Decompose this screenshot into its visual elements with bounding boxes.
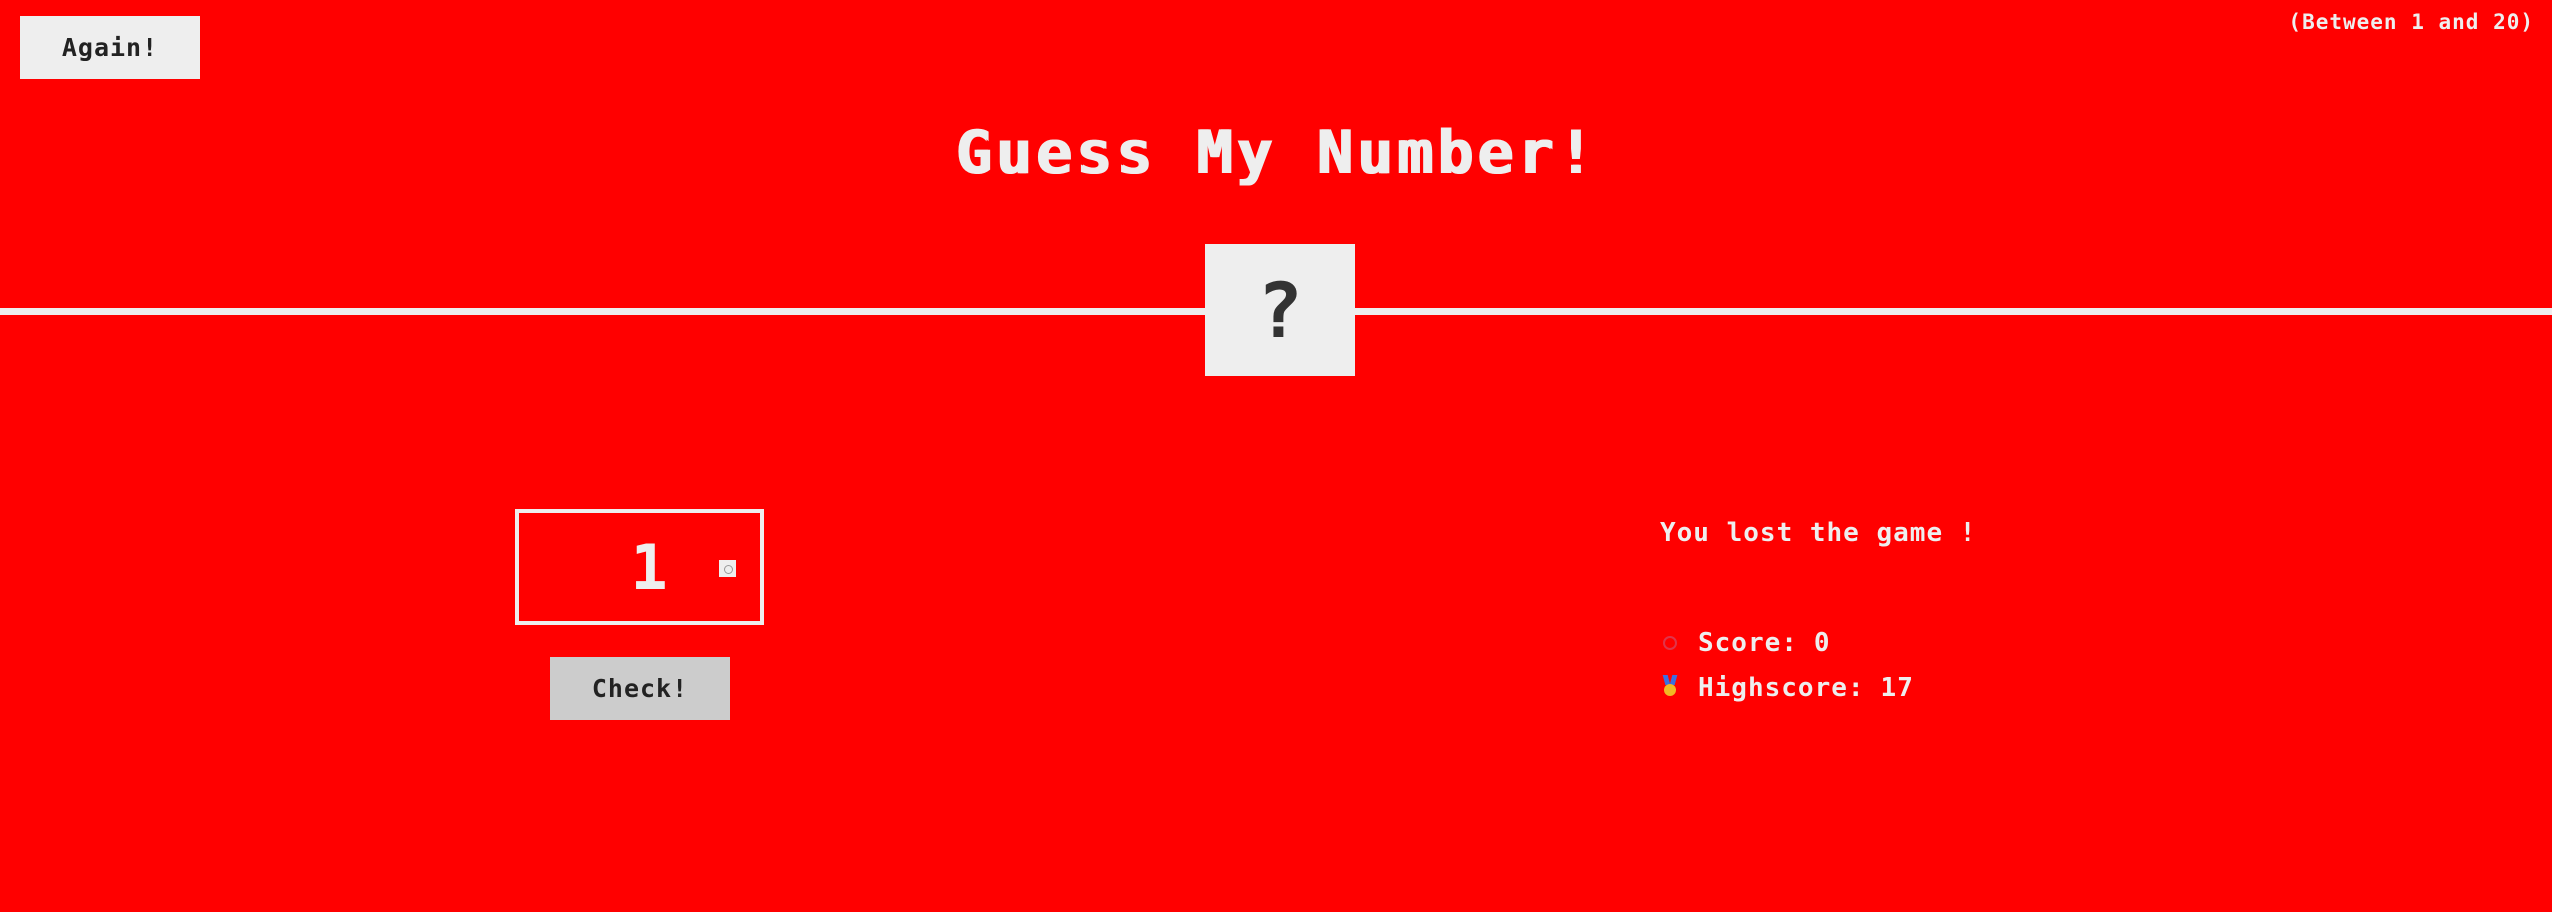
score-label: Score: (1698, 628, 1798, 658)
again-button[interactable]: Again! (20, 16, 200, 79)
secret-number: ? (1257, 265, 1303, 355)
status-message: You lost the game ! (1660, 518, 1977, 548)
page-title: Guess My Number! (955, 118, 1597, 188)
spinner-icon[interactable] (719, 560, 736, 577)
guess-input[interactable]: 1 (515, 509, 764, 625)
score-value: 0 (1813, 628, 1831, 658)
medal-icon (1660, 674, 1680, 702)
highscore-value: 17 (1880, 673, 1914, 703)
range-hint: (Between 1 and 20) (2288, 10, 2534, 34)
check-button[interactable]: Check! (550, 657, 730, 720)
highscore-label: Highscore: (1698, 673, 1865, 703)
score-row: Score: 0 (1660, 628, 1831, 658)
secret-number-box: ? (1205, 244, 1355, 376)
guess-input-value[interactable]: 1 (609, 531, 689, 605)
target-icon (1660, 631, 1680, 655)
highscore-row: Highscore: 17 (1660, 673, 1914, 703)
